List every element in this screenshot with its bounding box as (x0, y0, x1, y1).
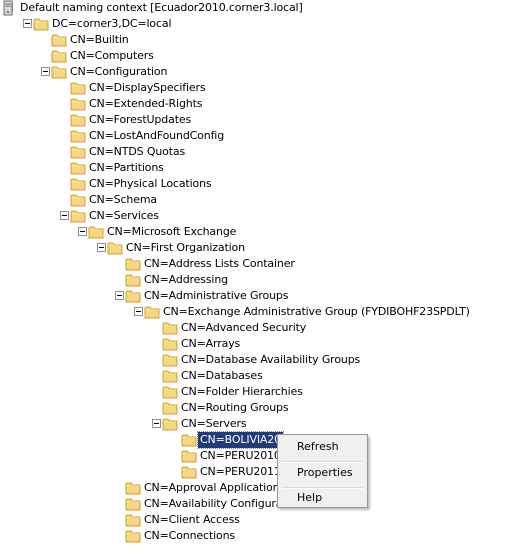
collapse-toggle-icon[interactable] (97, 243, 106, 252)
folder-icon (70, 192, 86, 208)
folder-icon (70, 112, 86, 128)
tree-label[interactable]: CN=First Organization (124, 240, 247, 256)
folder-icon (162, 368, 178, 384)
tree-label[interactable]: CN=Folder Hierarchies (179, 384, 305, 400)
folder-icon (162, 320, 178, 336)
folder-icon (181, 464, 197, 480)
collapse-toggle-icon[interactable] (60, 211, 69, 220)
folder-icon (88, 224, 104, 240)
context-menu: Refresh Properties Help (277, 434, 368, 508)
tree-label[interactable]: CN=Administrative Groups (142, 288, 290, 304)
tree-label[interactable]: CN=Database Availability Groups (179, 352, 362, 368)
tree-label[interactable]: CN=Servers (179, 416, 248, 432)
tree-label[interactable]: CN=Approval Applications (142, 480, 287, 496)
folder-icon (70, 160, 86, 176)
folder-icon (125, 480, 141, 496)
tree-label[interactable]: CN=PERU2011 (198, 464, 283, 480)
tree-view[interactable]: Default naming context [Ecuador2010.corn… (0, 0, 509, 543)
tree-label[interactable]: Default naming context [Ecuador2010.corn… (18, 0, 305, 16)
folder-icon (125, 512, 141, 528)
tree-label[interactable]: CN=Extended-Rights (87, 96, 204, 112)
tree-label[interactable]: CN=Services (87, 208, 161, 224)
tree-label[interactable]: CN=NTDS Quotas (87, 144, 187, 160)
tree-label[interactable]: CN=Connections (142, 528, 237, 544)
folder-icon (162, 416, 178, 432)
tree-label[interactable]: CN=Routing Groups (179, 400, 290, 416)
tree-label[interactable]: CN=Advanced Security (179, 320, 308, 336)
tree-label[interactable]: CN=Partitions (87, 160, 166, 176)
folder-icon (162, 400, 178, 416)
folder-icon (70, 176, 86, 192)
tree-label[interactable]: CN=Builtin (68, 32, 131, 48)
tree-label[interactable]: CN=Exchange Administrative Group (FYDIBO… (161, 304, 472, 320)
menu-item-help[interactable]: Help (280, 488, 365, 508)
tree-label[interactable]: CN=LostAndFoundConfig (87, 128, 226, 144)
tree-label[interactable]: CN=Addressing (142, 272, 230, 288)
tree-label[interactable]: CN=PERU2010 (198, 448, 283, 464)
tree-label[interactable]: CN=DisplaySpecifiers (87, 80, 207, 96)
folder-icon (181, 432, 197, 448)
menu-item-properties[interactable]: Properties (280, 463, 365, 483)
folder-icon (70, 144, 86, 160)
tree-label[interactable]: DC=corner3,DC=local (50, 16, 173, 32)
tree-label[interactable]: CN=Address Lists Container (142, 256, 297, 272)
tree-label[interactable]: CN=Arrays (179, 336, 242, 352)
folder-icon (162, 336, 178, 352)
folder-icon (144, 304, 160, 320)
tree-label[interactable]: CN=Databases (179, 368, 265, 384)
tree-label[interactable]: CN=ForestUpdates (87, 112, 193, 128)
collapse-toggle-icon[interactable] (41, 67, 50, 76)
tree-label[interactable]: CN=Physical Locations (87, 176, 213, 192)
tree-label[interactable]: CN=Computers (68, 48, 156, 64)
folder-icon (70, 208, 86, 224)
folder-icon (51, 64, 67, 80)
tree-label[interactable]: CN=Microsoft Exchange (105, 224, 238, 240)
folder-icon (125, 272, 141, 288)
tree-label[interactable]: CN=Availability Configuratio (142, 496, 298, 512)
folder-icon (70, 128, 86, 144)
collapse-toggle-icon[interactable] (134, 307, 143, 316)
folder-icon (51, 32, 67, 48)
tree-label[interactable]: CN=Configuration (68, 64, 169, 80)
folder-icon (125, 496, 141, 512)
folder-icon (125, 288, 141, 304)
folder-icon (181, 448, 197, 464)
collapse-toggle-icon[interactable] (115, 291, 124, 300)
folder-icon (33, 16, 49, 32)
menu-item-refresh[interactable]: Refresh (280, 437, 365, 457)
folder-icon (162, 352, 178, 368)
folder-icon (125, 256, 141, 272)
folder-icon (107, 240, 123, 256)
selected-tree-label[interactable]: CN=BOLIVIA20 (196, 431, 285, 449)
collapse-toggle-icon[interactable] (78, 227, 87, 236)
folder-icon (70, 96, 86, 112)
tree-label[interactable]: CN=Schema (87, 192, 159, 208)
folder-icon (70, 80, 86, 96)
tree-label[interactable]: CN=Client Access (142, 512, 242, 528)
folder-icon (125, 528, 141, 544)
collapse-toggle-icon[interactable] (23, 19, 32, 28)
server-icon (0, 0, 16, 16)
folder-icon (162, 384, 178, 400)
folder-icon (51, 48, 67, 64)
collapse-toggle-icon[interactable] (152, 419, 161, 428)
